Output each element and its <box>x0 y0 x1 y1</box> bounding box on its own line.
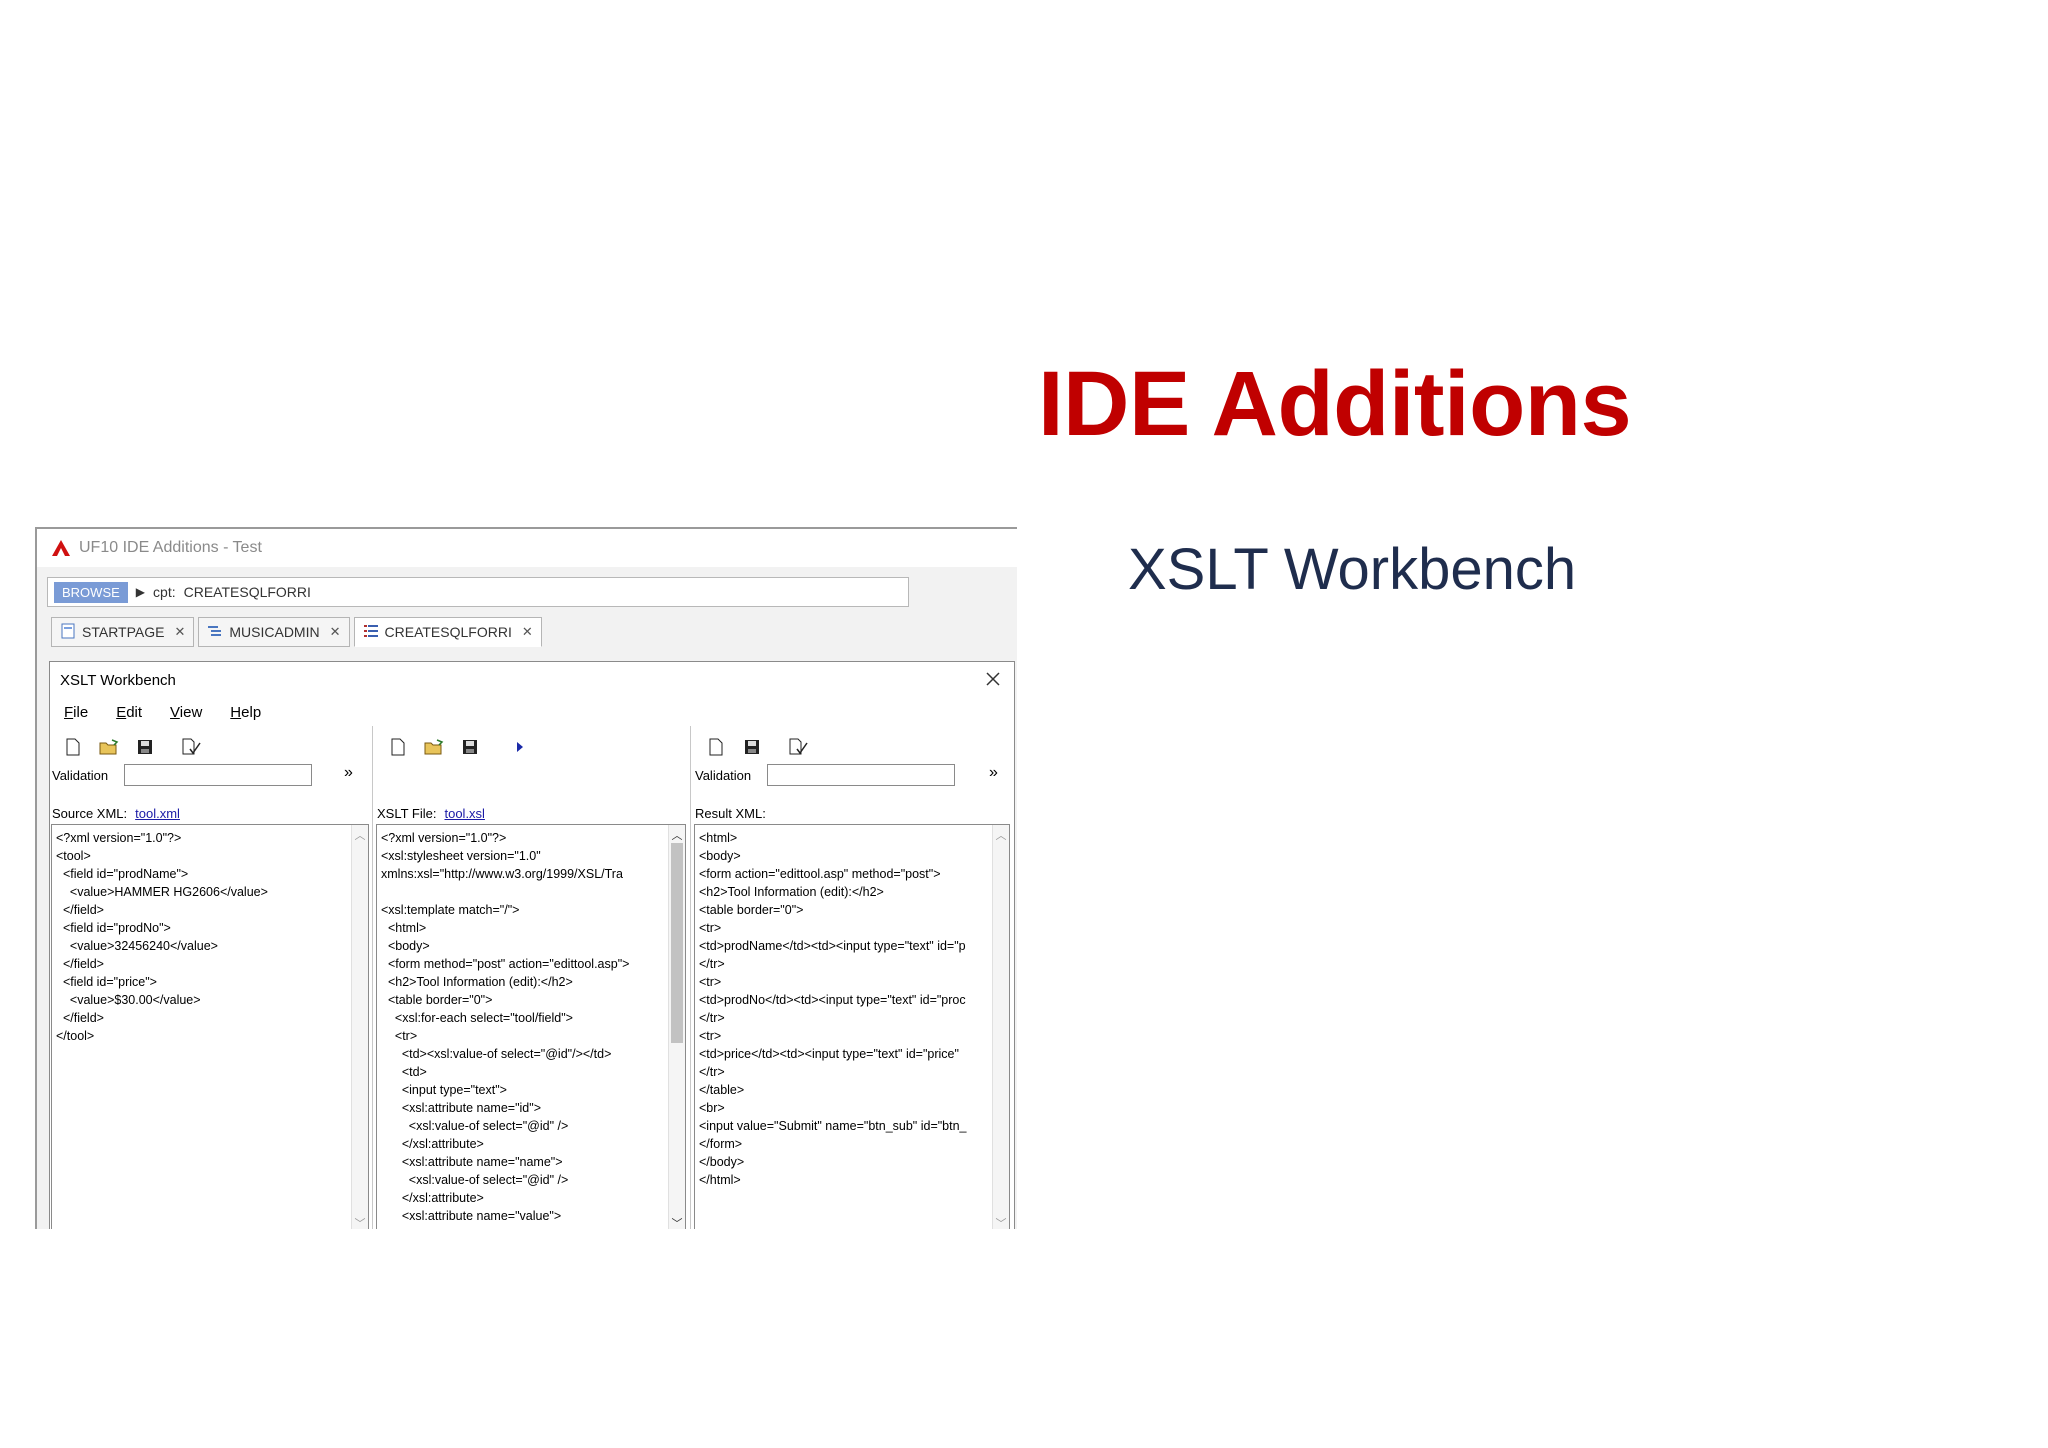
xslt-editor[interactable]: <?xml version="1.0"?> <xsl:stylesheet ve… <box>376 824 686 1229</box>
result-file-row: Result XML: <box>695 806 766 821</box>
scrollbar[interactable]: ︿ ﹀ <box>668 825 685 1229</box>
tab-startpage[interactable]: STARTPAGE ✕ <box>51 617 195 647</box>
expand-chevron-icon[interactable]: » <box>344 764 353 782</box>
expand-chevron-icon[interactable]: » <box>989 764 998 782</box>
pane-divider[interactable] <box>372 726 373 1229</box>
validate-icon[interactable] <box>787 736 809 758</box>
validation-label: Validation <box>52 767 109 783</box>
tab-musicadmin[interactable]: MUSICADMIN ✕ <box>198 617 350 647</box>
result-pane: Validation » Result XML: <html> <body> <… <box>693 726 1011 1229</box>
validate-icon[interactable] <box>180 736 202 758</box>
close-icon[interactable] <box>982 668 1004 690</box>
scroll-up-icon[interactable]: ︿ <box>669 827 685 843</box>
ide-screenshot: UF10 IDE Additions - Test BROWSE ▶ cpt: … <box>35 527 1017 1229</box>
source-code: <?xml version="1.0"?> <tool> <field id="… <box>56 831 268 1043</box>
validation-input[interactable] <box>767 764 956 786</box>
source-file-link[interactable]: tool.xml <box>135 806 180 821</box>
menu-view[interactable]: View <box>170 704 202 721</box>
scrollbar[interactable]: ︿ ﹀ <box>992 825 1009 1229</box>
scroll-up-icon[interactable]: ︿ <box>993 827 1009 843</box>
tab-bar: STARTPAGE ✕ MUSICADMIN ✕ CREATESQLFORRI … <box>51 617 542 647</box>
close-icon[interactable]: ✕ <box>330 624 341 640</box>
slide-title: IDE Additions <box>1038 353 1632 455</box>
source-toolbar <box>62 736 202 758</box>
source-pane: Validation » Source XML: tool.xml <?xml … <box>50 726 370 1229</box>
page-icon <box>60 623 76 642</box>
menu-file[interactable]: File <box>64 704 88 721</box>
result-file-label: Result XML: <box>695 806 766 821</box>
new-file-icon[interactable] <box>705 736 727 758</box>
result-toolbar <box>705 736 809 758</box>
breadcrumb-prefix: cpt: <box>153 584 176 600</box>
source-file-label: Source XML: <box>52 806 128 821</box>
app-logo-icon <box>51 538 71 558</box>
result-code: <html> <body> <form action="edittool.asp… <box>699 831 967 1187</box>
xslt-pane: XSLT File: tool.xsl <?xml version="1.0"?… <box>375 726 687 1229</box>
scroll-down-icon[interactable]: ﹀ <box>669 1215 685 1229</box>
xslt-file-link[interactable]: tool.xsl <box>444 806 484 821</box>
new-file-icon[interactable] <box>387 736 409 758</box>
tree-icon <box>207 623 223 642</box>
validation-row: Validation <box>695 764 956 786</box>
play-arrow-icon: ▶ <box>135 585 146 599</box>
validation-row: Validation <box>52 764 313 786</box>
browse-button[interactable]: BROWSE <box>54 581 128 603</box>
slide-subtitle: XSLT Workbench <box>1128 537 1577 602</box>
xslt-code: <?xml version="1.0"?> <xsl:stylesheet ve… <box>381 831 630 1223</box>
open-folder-icon[interactable] <box>98 736 120 758</box>
list-icon <box>363 623 379 642</box>
scroll-down-icon[interactable]: ﹀ <box>993 1215 1009 1229</box>
app-titlebar: UF10 IDE Additions - Test <box>37 529 1017 567</box>
menu-edit[interactable]: Edit <box>116 704 142 721</box>
scrollbar-thumb[interactable] <box>671 843 683 1043</box>
pane-divider[interactable] <box>690 726 691 1229</box>
run-transform-icon[interactable] <box>509 736 531 758</box>
save-icon[interactable] <box>741 736 763 758</box>
tab-label: MUSICADMIN <box>229 624 320 640</box>
scroll-down-icon[interactable]: ﹀ <box>352 1215 368 1229</box>
app-title: UF10 IDE Additions - Test <box>79 539 262 556</box>
breadcrumb-value: CREATESQLFORRI <box>183 584 311 600</box>
xslt-file-label: XSLT File: <box>377 806 437 821</box>
result-editor[interactable]: <html> <body> <form action="edittool.asp… <box>694 824 1010 1229</box>
save-icon[interactable] <box>134 736 156 758</box>
breadcrumb[interactable]: BROWSE ▶ cpt: CREATESQLFORRI <box>47 577 909 607</box>
new-file-icon[interactable] <box>62 736 84 758</box>
source-editor[interactable]: <?xml version="1.0"?> <tool> <field id="… <box>51 824 369 1229</box>
scrollbar[interactable]: ︿ ﹀ <box>351 825 368 1229</box>
menu-help[interactable]: Help <box>230 704 261 721</box>
xslt-toolbar <box>387 736 531 758</box>
window-title: XSLT Workbench <box>60 672 176 689</box>
xslt-workbench-window: XSLT Workbench File Edit View Help Valid… <box>49 661 1015 1229</box>
xslt-file-row: XSLT File: tool.xsl <box>377 806 485 821</box>
tab-label: CREATESQLFORRI <box>384 624 512 640</box>
open-folder-icon[interactable] <box>423 736 445 758</box>
tab-createsqlforri[interactable]: CREATESQLFORRI ✕ <box>353 617 542 647</box>
close-icon[interactable]: ✕ <box>522 624 533 640</box>
validation-input[interactable] <box>124 764 313 786</box>
save-icon[interactable] <box>459 736 481 758</box>
tab-label: STARTPAGE <box>82 624 165 640</box>
close-icon[interactable]: ✕ <box>174 624 185 640</box>
source-file-row: Source XML: tool.xml <box>52 806 180 821</box>
scroll-up-icon[interactable]: ︿ <box>352 827 368 843</box>
menu-bar: File Edit View Help <box>64 704 261 721</box>
validation-label: Validation <box>695 767 752 783</box>
